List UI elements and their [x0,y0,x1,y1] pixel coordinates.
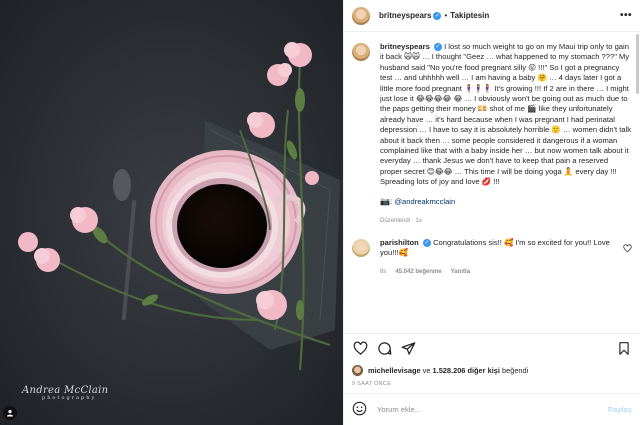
post-photo[interactable]: Andrea McClain photography [0,0,343,425]
caption-text: britneyspears ✓ I lost so much weight to… [380,42,632,188]
likes-connector: ve [422,365,431,375]
more-horizontal-icon[interactable]: ••• [620,10,632,21]
scrollbar[interactable] [636,34,639,264]
comment-bubble-icon[interactable] [376,341,392,357]
verified-icon: ✓ [422,238,431,247]
post-header: britneyspears ✓ • Takiptesin ••• [344,0,640,32]
photographer-watermark: Andrea McClain photography [22,385,108,401]
likes-suffix: beğendi [501,365,529,375]
reply-button[interactable]: Yanıtla [451,269,470,275]
likes-count[interactable]: 1.528.206 diğer kişi [433,366,500,375]
likes-summary: michellevisage ve 1.528.206 diğer kişi b… [344,363,640,377]
instagram-post: Andrea McClain photography britneyspears… [0,0,640,425]
commenter-avatar[interactable] [352,238,370,257]
edited-label: Düzenlendi [380,217,411,224]
caption-body: I lost so much weight to go on my Maui t… [380,42,632,187]
comment-meta: 8s 45.042 beğenme Yanıtla [380,269,623,275]
post-comment-button[interactable]: Paylaş [608,405,632,414]
edited-dot: · [411,217,414,224]
comment-item: parishilton ✓ Congratulations sis!! 🥰 I'… [352,238,632,275]
author-avatar[interactable] [352,6,370,25]
bookmark-icon[interactable] [616,341,632,357]
commenter-username[interactable]: parishilton [380,238,419,247]
emoji-icon[interactable] [352,401,367,418]
verified-icon: ✓ [433,11,442,20]
camera-prefix: 📷: [380,196,393,206]
author-username[interactable]: britneyspears [379,11,431,20]
caption-avatar[interactable] [352,43,370,61]
verified-icon: ✓ [433,43,442,51]
photographer-link[interactable]: @andreakmcclain [394,197,455,206]
separator-dot: • [444,11,448,20]
scrollbar-thumb[interactable] [636,34,639,94]
like-heart-icon[interactable] [352,341,368,357]
caption: britneyspears ✓ I lost so much weight to… [352,42,632,224]
comment-heart-icon[interactable] [623,244,632,255]
add-comment-bar: Paylaş [344,393,640,425]
post-timestamp[interactable]: 9 SAAT ÖNCE [344,377,640,393]
comment-input[interactable] [377,405,608,414]
caption-edited: Düzenlendi · 1s [380,218,632,224]
edited-age: 1s [415,217,422,224]
post-sidebar: britneyspears ✓ • Takiptesin ••• britney… [343,0,640,425]
action-bar [344,333,640,363]
comment-likes[interactable]: 45.042 beğenme [395,269,441,275]
liker-avatar[interactable] [352,364,363,376]
comment-age: 8s [380,268,387,275]
comments-section: britneyspears ✓ I lost so much weight to… [344,32,640,333]
teacup-flowers-image [0,0,343,425]
liker-username[interactable]: michellevisage [368,366,421,375]
photographer-credit: 📷: @andreakmcclain [380,197,632,206]
following-button[interactable]: Takiptesin [450,11,489,20]
comment-text: parishilton ✓ Congratulations sis!! 🥰 I'… [380,238,623,259]
share-plane-icon[interactable] [400,341,416,357]
caption-username[interactable]: britneyspears [380,42,430,51]
tagged-user-icon[interactable] [3,406,17,420]
